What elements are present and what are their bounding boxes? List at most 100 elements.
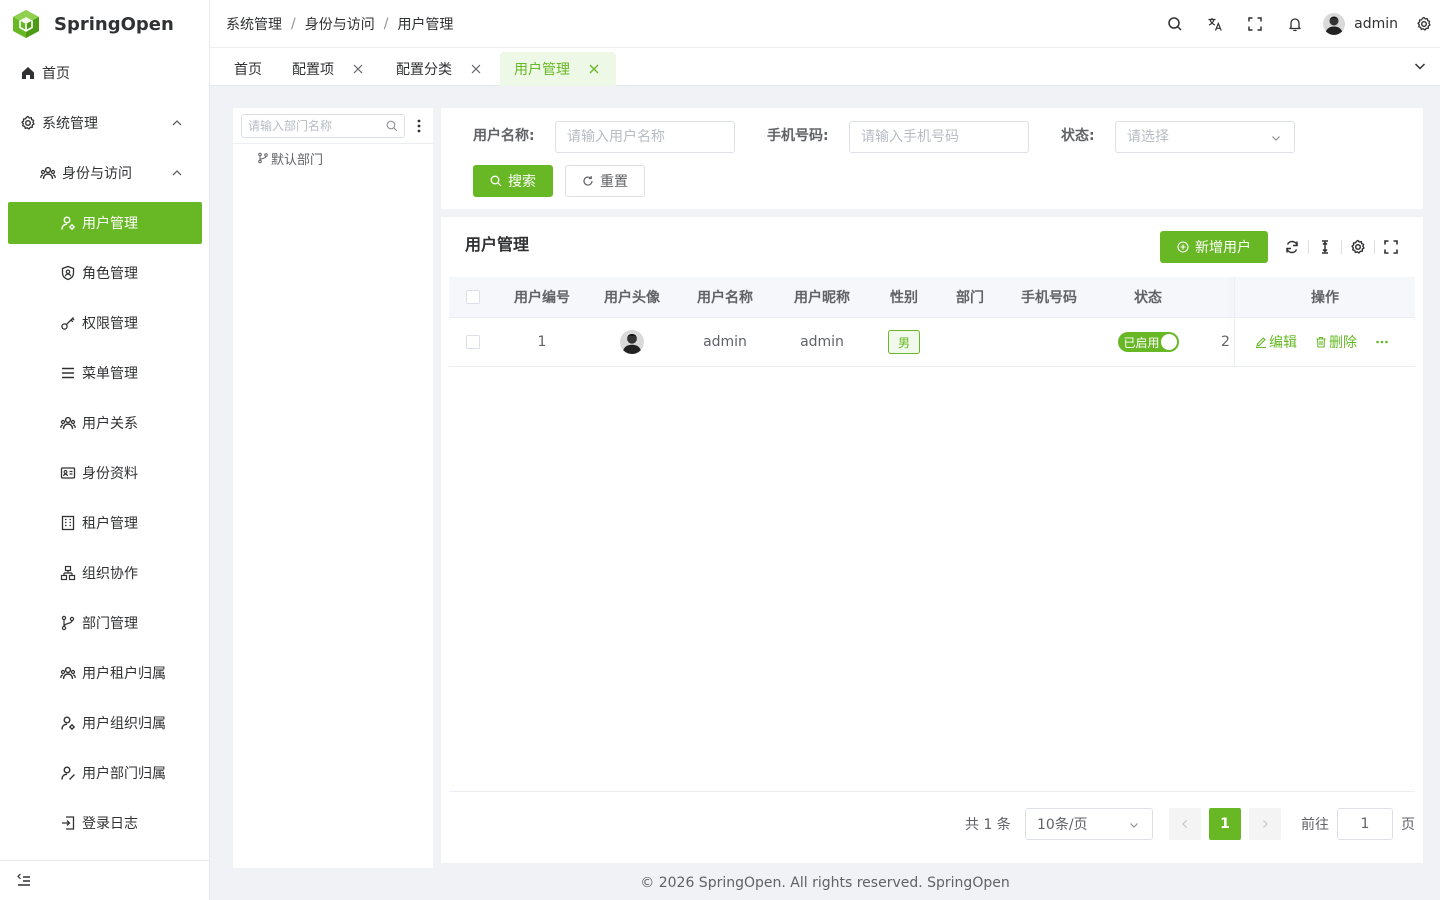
tab-config-items[interactable]: 配置项 <box>280 52 376 86</box>
branch-icon <box>257 152 269 164</box>
search-icon[interactable] <box>1155 0 1195 48</box>
search-icon <box>490 175 502 187</box>
close-icon[interactable] <box>352 63 364 75</box>
settings-gear-icon[interactable] <box>1408 0 1440 48</box>
sidebar-item-user-org[interactable]: 用户组织归属 <box>8 702 202 744</box>
column-header[interactable]: 用户名称 <box>677 277 773 317</box>
column-header[interactable]: 用户昵称 <box>773 277 871 317</box>
sidebar-item-permission-management[interactable]: 权限管理 <box>8 302 202 344</box>
sidebar-item-label: 首页 <box>42 66 70 82</box>
breadcrumb: 系统管理 / 身份与访问 / 用户管理 <box>210 14 453 34</box>
sidebar-item-user-tenant[interactable]: 用户租户归属 <box>8 652 202 694</box>
tab-home[interactable]: 首页 <box>222 52 274 86</box>
trash-icon <box>1315 336 1327 348</box>
sidebar-item-system[interactable]: 系统管理 <box>8 102 202 144</box>
fullscreen-icon[interactable] <box>1235 0 1275 48</box>
fixed-column-divider <box>1234 277 1235 367</box>
user-menu[interactable]: admin <box>1323 13 1398 35</box>
sidebar-collapse-button[interactable] <box>0 860 209 900</box>
username-input[interactable] <box>567 129 723 145</box>
fullscreen-icon[interactable] <box>1383 239 1399 255</box>
delete-link-label: 删除 <box>1329 335 1357 351</box>
sidebar-item-login-log[interactable]: 登录日志 <box>8 802 202 844</box>
column-header[interactable]: 手机号码 <box>1003 277 1095 317</box>
department-search-input[interactable] <box>248 119 378 133</box>
sidebar-item-department-management[interactable]: 部门管理 <box>8 602 202 644</box>
cell-actions: 编辑 删除 <box>1235 318 1415 366</box>
more-horizontal-icon[interactable] <box>1375 335 1389 349</box>
breadcrumb-item[interactable]: 系统管理 <box>226 14 282 34</box>
sidebar: SpringOpen 首页 系统管理 身份与访问 用户管理 角色管理 权限管理 … <box>0 0 210 900</box>
sidebar-item-home[interactable]: 首页 <box>8 52 202 94</box>
sidebar-item-org-collaboration[interactable]: 组织协作 <box>8 552 202 594</box>
sidebar-item-tenant-management[interactable]: 租户管理 <box>8 502 202 544</box>
phone-input[interactable] <box>861 129 1017 145</box>
add-user-button[interactable]: 新增用户 <box>1160 231 1268 263</box>
header-actions: admin <box>1155 0 1440 48</box>
row-density-icon[interactable] <box>1317 239 1333 255</box>
next-page-button[interactable] <box>1249 808 1281 840</box>
tree-node[interactable]: 默认部门 <box>257 148 323 168</box>
more-vertical-icon[interactable] <box>413 118 425 134</box>
row-checkbox[interactable] <box>466 335 480 349</box>
sidebar-item-identity-profile[interactable]: 身份资料 <box>8 452 202 494</box>
collapse-menu-icon <box>16 873 32 889</box>
status-label: 状态: <box>1061 128 1095 144</box>
column-header[interactable]: 操作 <box>1235 277 1415 317</box>
breadcrumb-item[interactable]: 身份与访问 <box>305 14 375 34</box>
status-select-input[interactable] <box>1127 129 1283 145</box>
sidebar-item-label: 组织协作 <box>82 566 138 582</box>
goto-page-input[interactable] <box>1345 816 1385 832</box>
sidebar-item-role-management[interactable]: 角色管理 <box>8 252 202 294</box>
status-toggle[interactable]: 已启用 <box>1117 332 1179 352</box>
prev-page-button[interactable] <box>1169 808 1201 840</box>
column-settings-icon[interactable] <box>1350 239 1366 255</box>
sidebar-item-user-relations[interactable]: 用户关系 <box>8 402 202 444</box>
column-header[interactable]: 状态 <box>1095 277 1201 317</box>
gear-icon <box>20 115 36 131</box>
table-title: 用户管理 <box>465 235 530 254</box>
app-logo[interactable]: SpringOpen <box>0 0 209 48</box>
divider <box>233 143 433 144</box>
tab-label: 配置分类 <box>396 62 452 78</box>
department-tree-panel: 默认部门 <box>233 108 433 868</box>
phone-label: 手机号码: <box>767 128 829 144</box>
column-header[interactable]: 性别 <box>871 277 937 317</box>
org-icon <box>60 565 76 581</box>
bell-icon[interactable] <box>1275 0 1315 48</box>
search-icon[interactable] <box>386 120 398 132</box>
page-number-button[interactable]: 1 <box>1209 808 1241 840</box>
status-toggle-label: 已启用 <box>1123 335 1160 350</box>
sidebar-item-identity[interactable]: 身份与访问 <box>8 152 202 194</box>
page-size-value: 10条/页 <box>1037 817 1088 833</box>
page-size-select[interactable]: 10条/页 <box>1025 808 1153 840</box>
close-icon[interactable] <box>470 63 482 75</box>
column-header[interactable]: 用户头像 <box>587 277 677 317</box>
sidebar-item-user-department[interactable]: 用户部门归属 <box>8 752 202 794</box>
tab-config-categories[interactable]: 配置分类 <box>384 52 494 86</box>
delete-link[interactable]: 删除 <box>1315 332 1357 352</box>
reset-button[interactable]: 重置 <box>565 165 645 197</box>
sidebar-item-user-management[interactable]: 用户管理 <box>8 202 202 244</box>
column-header[interactable]: 部门 <box>937 277 1003 317</box>
column-header[interactable]: 用户编号 <box>497 277 587 317</box>
username: admin <box>1354 16 1398 32</box>
close-icon[interactable] <box>588 63 600 75</box>
translate-icon[interactable] <box>1195 0 1235 48</box>
home-icon <box>20 65 36 81</box>
status-select[interactable] <box>1115 121 1295 153</box>
edit-link[interactable]: 编辑 <box>1255 332 1297 352</box>
search-button[interactable]: 搜索 <box>473 165 553 197</box>
chevron-down-icon[interactable] <box>1412 58 1428 74</box>
chevron-up-icon <box>170 116 184 130</box>
tab-user-management[interactable]: 用户管理 <box>500 52 616 86</box>
avatar <box>620 330 644 354</box>
id-card-icon <box>60 465 76 481</box>
user-table-card: 用户管理 新增用户 用户编号 用户头像 用户名称 用户昵称 性别 部门 手机号码… <box>441 217 1423 863</box>
refresh-icon[interactable] <box>1284 239 1300 255</box>
page-suffix: 页 <box>1401 817 1415 833</box>
cell-status: 已启用 <box>1095 318 1201 366</box>
edit-link-label: 编辑 <box>1269 335 1297 351</box>
select-all-checkbox[interactable] <box>466 290 480 304</box>
sidebar-item-menu-management[interactable]: 菜单管理 <box>8 352 202 394</box>
